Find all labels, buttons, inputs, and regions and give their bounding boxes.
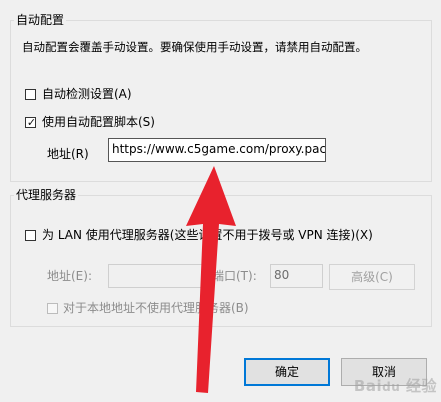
check-icon: ✓ [26, 116, 37, 129]
advanced-button[interactable]: 高级(C) [329, 264, 415, 290]
cancel-button[interactable]: 取消 [341, 358, 427, 386]
ok-button[interactable]: 确定 [244, 358, 330, 386]
bypass-local-checkbox[interactable] [47, 303, 58, 314]
proxy-address-input[interactable] [108, 264, 204, 288]
proxy-port-input[interactable]: 80 [270, 264, 323, 288]
proxy-port-label: 端口(T): [212, 269, 257, 283]
use-proxy-checkbox[interactable] [25, 230, 36, 241]
auto-detect-checkbox[interactable] [25, 89, 36, 100]
script-address-label: 地址(R) [47, 147, 89, 161]
use-script-label[interactable]: 使用自动配置脚本(S) [42, 115, 155, 129]
lan-settings-dialog: 自动配置 自动配置会覆盖手动设置。要确保使用手动设置，请禁用自动配置。 自动检测… [0, 0, 441, 402]
proxy-address-label: 地址(E): [47, 269, 92, 283]
auto-config-title: 自动配置 [14, 13, 67, 27]
proxy-server-title: 代理服务器 [14, 188, 79, 202]
auto-detect-label[interactable]: 自动检测设置(A) [42, 87, 132, 101]
script-address-input[interactable]: https://www.c5game.com/proxy.pac [108, 138, 326, 162]
use-proxy-label[interactable]: 为 LAN 使用代理服务器(这些设置不用于拨号或 VPN 连接)(X) [42, 228, 373, 242]
bypass-local-label[interactable]: 对于本地地址不使用代理服务器(B) [63, 301, 249, 315]
use-script-checkbox[interactable]: ✓ [25, 117, 36, 128]
auto-config-description: 自动配置会覆盖手动设置。要确保使用手动设置，请禁用自动配置。 [22, 40, 367, 54]
